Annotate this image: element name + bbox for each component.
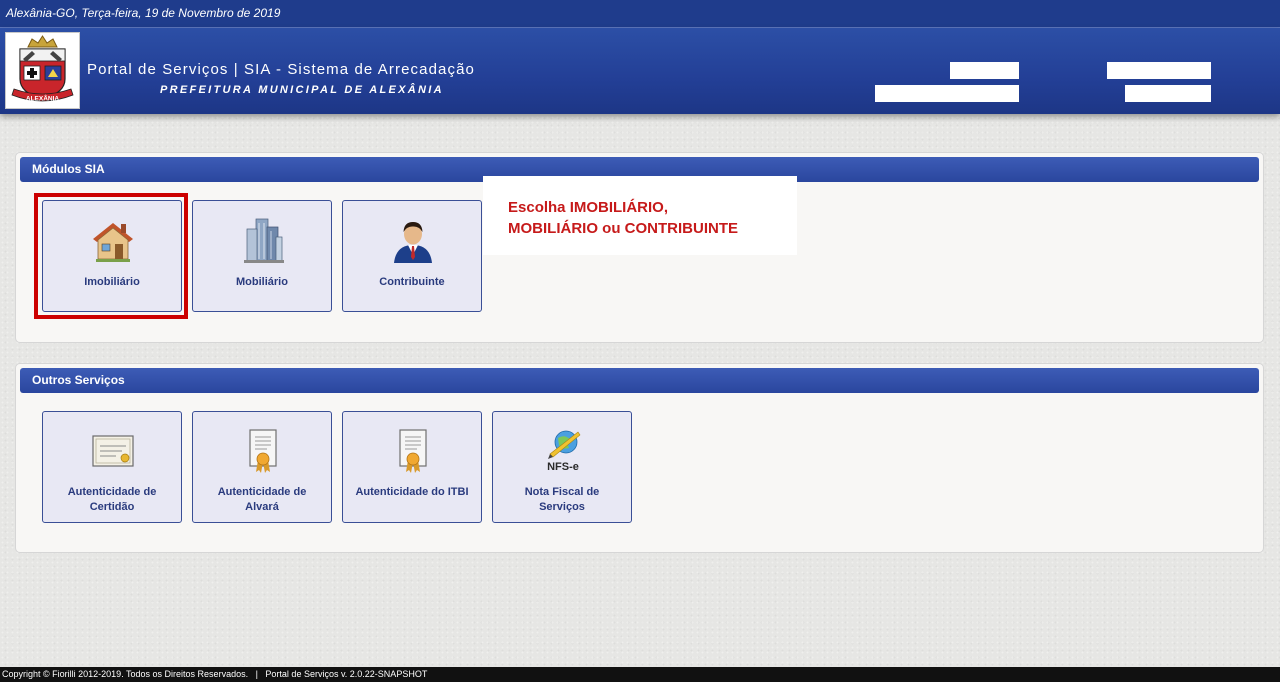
nfse-icon: NFS-e	[547, 430, 581, 473]
callout-line: Escolha IMOBILIÁRIO,	[508, 199, 669, 216]
tile-label: Autenticidade do ITBI	[347, 485, 477, 500]
contribuinte-button[interactable]: Contribuinte	[342, 200, 482, 312]
instruction-callout: Escolha IMOBILIÁRIO, MOBILIÁRIO ou CONTR…	[483, 176, 797, 255]
tile-label-line: Alvará	[245, 501, 279, 513]
footer-text: Copyright © Fiorilli 2012-2019. Todos os…	[2, 669, 428, 679]
tile-label-line: Autenticidade de	[67, 486, 157, 498]
tile-label: Nota Fiscal de Serviços	[497, 485, 627, 515]
autenticidade-alvara-button[interactable]: Autenticidade de Alvará	[192, 411, 332, 523]
redacted-block	[950, 62, 1019, 79]
tile-label: Autenticidade de Alvará	[197, 485, 327, 515]
tile-label-line: Autenticidade do ITBI	[355, 486, 469, 498]
tile-label: Mobiliário	[236, 276, 288, 288]
date-bar: Alexânia-GO, Terça-feira, 19 de Novembro…	[0, 0, 1280, 28]
logo-text: ALEXÂNIA	[26, 94, 60, 103]
tile-label-line: Nota Fiscal de	[524, 486, 600, 498]
tile-label-line: Certidão	[89, 501, 135, 513]
page-title: Portal de Serviços | SIA - Sistema de Ar…	[87, 61, 475, 78]
tile-label-line: Autenticidade de	[217, 486, 307, 498]
tile-label-line: Serviços	[539, 501, 585, 513]
tile-label: Autenticidade de Certidão	[47, 485, 177, 515]
outros-servicos-heading: Outros Serviços	[20, 368, 1259, 393]
document-seal-icon	[399, 429, 427, 473]
callout-line: MOBILIÁRIO ou CONTRIBUINTE	[508, 220, 738, 237]
autenticidade-certidao-button[interactable]: Autenticidade de Certidão	[42, 411, 182, 523]
nfse-icon-text: NFS-e	[547, 461, 579, 473]
mobiliario-button[interactable]: Mobiliário	[192, 200, 332, 312]
tile-label: Contribuinte	[379, 276, 445, 288]
current-date: Alexânia-GO, Terça-feira, 19 de Novembro…	[6, 6, 281, 20]
redacted-block	[1107, 62, 1211, 79]
redacted-block	[875, 85, 1019, 102]
certificate-icon	[92, 435, 134, 467]
buildings-icon	[244, 218, 284, 263]
nota-fiscal-servicos-button[interactable]: NFS-e Nota Fiscal de Serviços	[492, 411, 632, 523]
page-footer: Copyright © Fiorilli 2012-2019. Todos os…	[0, 667, 1280, 682]
autenticidade-itbi-button[interactable]: Autenticidade do ITBI	[342, 411, 482, 523]
businessman-icon	[394, 222, 432, 263]
selection-highlight	[34, 193, 188, 319]
municipal-coat-of-arms-icon[interactable]: ALEXÂNIA	[5, 32, 80, 109]
page-subtitle: PREFEITURA MUNICIPAL DE ALEXÂNIA	[160, 84, 444, 96]
page-header: ALEXÂNIA Portal de Serviços | SIA - Sist…	[0, 28, 1280, 114]
document-seal-icon	[249, 429, 277, 473]
redacted-block	[1125, 85, 1211, 102]
